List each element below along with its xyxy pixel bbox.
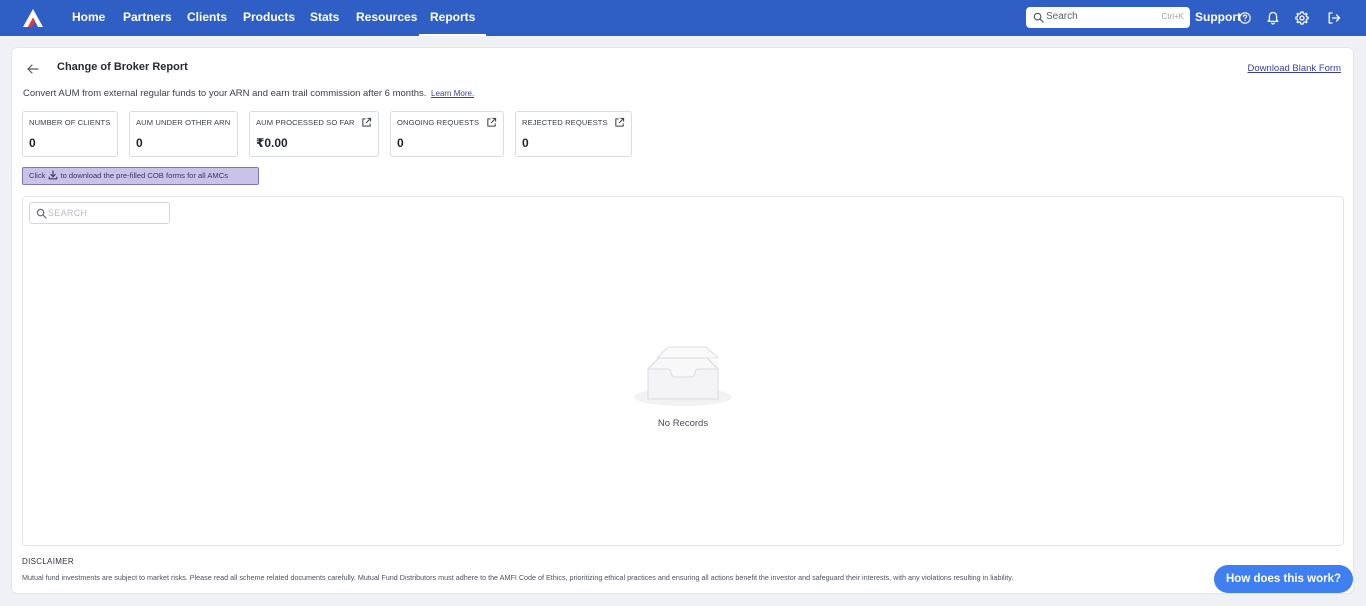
stat-number-of-clients: NUMBER OF CLIENTS 0 (22, 111, 118, 157)
table-search-input[interactable] (29, 202, 170, 224)
stat-label: ONGOING REQUESTS (397, 118, 480, 127)
stat-value: ₹0.00 (256, 136, 288, 150)
gear-icon[interactable] (1295, 11, 1309, 25)
stat-value: 0 (136, 136, 143, 150)
logout-icon[interactable] (1327, 11, 1341, 25)
disclaimer-title: DISCLAIMER (22, 557, 74, 566)
stat-value: 0 (397, 136, 404, 150)
page-subtitle: Convert AUM from external regular funds … (23, 88, 474, 99)
disclaimer-text: Mutual fund investments are subject to m… (22, 573, 1014, 582)
brand-logo-icon[interactable] (22, 8, 44, 28)
bell-icon[interactable] (1266, 11, 1280, 25)
stat-ongoing-requests[interactable]: ONGOING REQUESTS 0 (390, 111, 504, 157)
subtitle-text: Convert AUM from external regular funds … (23, 88, 427, 99)
nav-reports[interactable]: Reports (418, 0, 487, 36)
global-search-input[interactable]: Search Ctrl+K (1026, 7, 1190, 28)
empty-state-text: No Records (657, 418, 709, 429)
table-search-field[interactable] (48, 205, 166, 221)
nav-resources[interactable]: Resources (356, 0, 417, 36)
support-link[interactable]: Support (1195, 0, 1241, 36)
stat-value: 0 (29, 136, 36, 150)
search-icon (36, 208, 47, 219)
download-icon[interactable] (48, 170, 58, 180)
external-link-icon[interactable] (486, 117, 497, 128)
nav-stats[interactable]: Stats (310, 0, 339, 36)
help-circle-icon[interactable] (1239, 12, 1251, 24)
page-title: Change of Broker Report (57, 61, 188, 73)
stat-label: AUM UNDER OTHER ARN (136, 118, 231, 127)
nav-partners[interactable]: Partners (123, 0, 172, 36)
external-link-icon[interactable] (614, 117, 625, 128)
top-navbar: Home Partners Clients Products Stats Res… (0, 0, 1366, 36)
search-icon (1033, 12, 1044, 23)
stat-rejected-requests[interactable]: REJECTED REQUESTS 0 (515, 111, 632, 157)
banner-suffix: to download the pre-filled COB forms for… (60, 171, 229, 180)
back-arrow-icon[interactable] (26, 62, 40, 76)
how-does-this-work-button[interactable]: How does this work? (1214, 565, 1353, 593)
search-shortcut-hint: Ctrl+K (1161, 12, 1184, 21)
download-blank-form-link[interactable]: Download Blank Form (1248, 63, 1341, 74)
stat-label: AUM PROCESSED SO FAR (256, 118, 355, 127)
stat-aum-processed-so-far[interactable]: AUM PROCESSED SO FAR ₹0.00 (249, 111, 379, 157)
stat-label: REJECTED REQUESTS (522, 118, 608, 127)
nav-products[interactable]: Products (243, 0, 295, 36)
banner-prefix: Click (29, 171, 46, 180)
nav-home[interactable]: Home (72, 0, 105, 36)
nav-clients[interactable]: Clients (187, 0, 227, 36)
stat-value: 0 (522, 136, 529, 150)
stat-aum-under-other-arn: AUM UNDER OTHER ARN 0 (129, 111, 238, 157)
stat-label: NUMBER OF CLIENTS (29, 118, 111, 127)
learn-more-link[interactable]: Learn More. (431, 89, 474, 98)
empty-inbox-icon (634, 346, 732, 406)
external-link-icon[interactable] (361, 117, 372, 128)
global-search-placeholder: Search (1046, 11, 1078, 22)
cob-download-banner[interactable]: Click to download the pre-filled COB for… (22, 167, 259, 185)
